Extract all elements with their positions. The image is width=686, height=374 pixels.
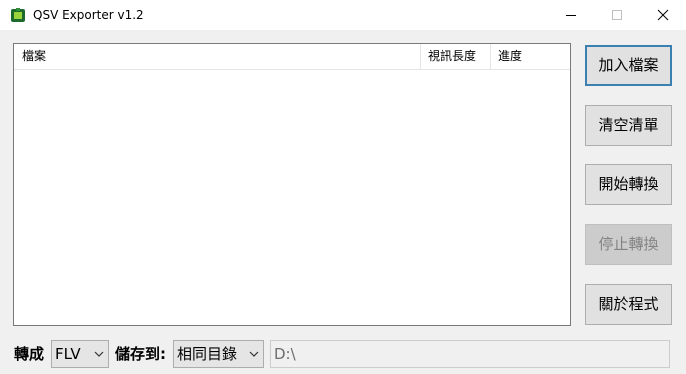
destination-select-value: 相同目錄 (177, 345, 238, 363)
window-title: QSV Exporter v1.2 (33, 8, 144, 22)
stop-convert-button: 停止轉換 (585, 224, 672, 265)
clear-list-button[interactable]: 清空清單 (585, 105, 672, 146)
chevron-down-icon (94, 351, 104, 357)
start-convert-button[interactable]: 開始轉換 (585, 164, 672, 205)
about-button[interactable]: 關於程式 (585, 284, 672, 325)
convert-to-label: 轉成 (14, 345, 45, 363)
format-select-value: FLV (55, 345, 81, 363)
minimize-button[interactable] (548, 0, 594, 30)
maximize-icon (612, 10, 622, 20)
add-files-button[interactable]: 加入檔案 (585, 45, 672, 86)
app-icon (11, 8, 25, 22)
destination-select[interactable]: 相同目錄 (173, 340, 264, 368)
file-list[interactable]: 檔案 視訊長度 進度 (13, 43, 571, 326)
save-to-label: 儲存到: (115, 345, 166, 363)
output-path-field: D:\ (270, 340, 670, 368)
format-select[interactable]: FLV (51, 340, 109, 368)
chevron-down-icon (249, 351, 259, 357)
column-header-file[interactable]: 檔案 (14, 44, 421, 69)
column-header-progress[interactable]: 進度 (491, 44, 570, 69)
close-button[interactable] (640, 0, 686, 30)
list-header: 檔案 視訊長度 進度 (14, 44, 570, 70)
column-header-duration[interactable]: 視訊長度 (421, 44, 491, 69)
close-icon (657, 9, 669, 21)
minimize-icon (566, 15, 576, 16)
title-bar: QSV Exporter v1.2 (0, 0, 686, 30)
maximize-button[interactable] (594, 0, 640, 30)
